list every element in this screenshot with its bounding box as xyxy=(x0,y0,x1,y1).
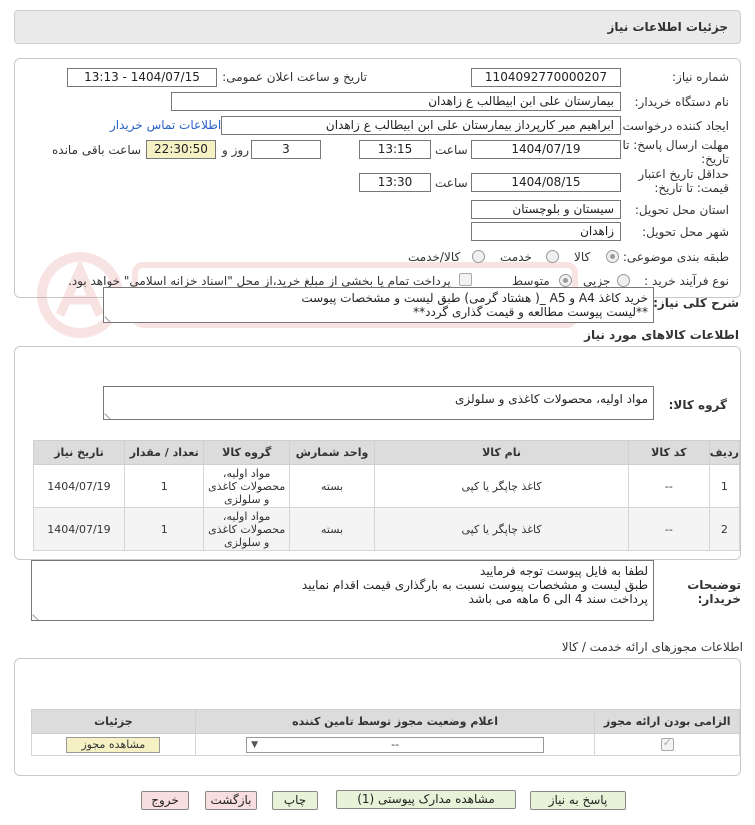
reply-deadline-label-date: تاریخ: xyxy=(701,152,729,166)
buyer-notes-label-2: خریدار: xyxy=(697,592,741,606)
need-number-label: شماره نیاز: xyxy=(672,70,729,84)
announce-label: تاریخ و ساعت اعلان عمومی: xyxy=(222,70,367,84)
treasury-payment-note: پرداخت تمام یا بخشی از مبلغ خرید،از محل … xyxy=(68,274,451,288)
permits-title: اطلاعات مجوزهای ارائه خدمت / کالا xyxy=(561,640,743,654)
category-radio-goods-service[interactable] xyxy=(472,250,485,263)
validity-time-label: ساعت xyxy=(435,176,468,190)
process-radio-minor[interactable] xyxy=(617,274,630,287)
buyer-notes-textarea: لطفا به فایل پیوست توجه فرمایید طبق لیست… xyxy=(31,560,654,621)
category-radio-goods[interactable] xyxy=(606,250,619,263)
permits-table: الزامی بودن ارائه مجوز اعلام وضعیت مجوز … xyxy=(31,709,740,756)
requester-label: ایجاد کننده درخواست: xyxy=(618,119,729,133)
table-row: ✓ -- ▼ مشاهده مجوز xyxy=(31,733,740,756)
table-row: 1 -- کاغذ چاپگر یا کپی بسته مواد اولیه، … xyxy=(33,464,741,508)
col-code: کد کالا xyxy=(627,440,710,465)
description-label: شرح کلی نیاز: xyxy=(653,296,739,310)
view-attachments-button[interactable]: مشاهده مدارک پیوستی (1) xyxy=(336,790,516,809)
buyer-org-field: بیمارستان علی ابن ابیطالب ع زاهدان xyxy=(171,92,621,111)
process-radio-medium[interactable] xyxy=(559,274,572,287)
treasury-payment-checkbox[interactable] xyxy=(459,273,472,286)
category-option-goods-service: کالا/خدمت xyxy=(408,250,461,264)
reply-button[interactable]: پاسخ به نیاز xyxy=(530,791,626,810)
check-icon: ✓ xyxy=(662,736,672,750)
city-field: زاهدان xyxy=(471,222,621,241)
buyer-contact-link[interactable]: اطلاعات تماس خریدار xyxy=(110,118,221,132)
remaining-time-label: ساعت باقی مانده xyxy=(52,143,142,157)
reply-date-field: 1404/07/19 xyxy=(471,140,621,159)
table-row: 2 -- کاغذ چاپگر یا کپی بسته مواد اولیه، … xyxy=(33,507,741,551)
description-line-2: **لیست پیوست مطالعه و قیمت گذاری گردد** xyxy=(413,305,648,319)
process-option-minor: جزیی xyxy=(583,274,611,288)
page-header: جزئیات اطلاعات نیاز xyxy=(14,10,741,44)
permit-status-value: -- xyxy=(391,737,400,751)
col-qty: تعداد / مقدار xyxy=(123,440,205,465)
category-option-goods: کالا xyxy=(574,250,591,264)
days-label: روز و xyxy=(222,143,249,157)
view-permit-button[interactable]: مشاهده مجوز xyxy=(66,736,161,753)
chevron-down-icon: ▼ xyxy=(251,739,258,750)
remaining-days-field: 3 xyxy=(251,140,321,159)
reply-time-label: ساعت xyxy=(435,143,468,157)
category-label: طبقه بندی موضوعی: xyxy=(622,250,729,264)
col-group: گروه کالا xyxy=(203,440,290,465)
reply-time-field: 13:15 xyxy=(359,140,431,159)
province-field: سیستان و بلوچستان xyxy=(471,200,621,219)
validity-date-field: 1404/08/15 xyxy=(471,173,621,192)
goods-group-label: گروه کالا: xyxy=(668,398,727,412)
remaining-time-field: 22:30:50 xyxy=(146,140,216,159)
col-unit: واحد شمارش xyxy=(288,440,376,465)
category-radio-service[interactable] xyxy=(546,250,559,263)
validity-label: حداقل تاریخ اعتبار xyxy=(638,167,729,181)
announce-datetime-field: 1404/07/15 - 13:13 xyxy=(67,68,217,87)
col-permit-status: اعلام وضعیت مجوز توسط تامین کننده xyxy=(194,709,596,734)
col-row: ردیف xyxy=(708,440,741,465)
validity-time-field: 13:30 xyxy=(359,173,431,192)
col-permit-details: جزئیات xyxy=(31,709,196,734)
permit-required-checkbox[interactable]: ✓ xyxy=(660,736,674,752)
page-title: جزئیات اطلاعات نیاز xyxy=(607,20,728,34)
goods-section-title: اطلاعات کالاهای مورد نیاز xyxy=(584,328,739,342)
col-date: تاریخ نیاز xyxy=(33,440,125,465)
reply-deadline-label: مهلت ارسال پاسخ: تا xyxy=(622,138,729,152)
goods-group-value: مواد اولیه، محصولات کاغذی و سلولزی xyxy=(454,392,648,406)
city-label: شهر محل تحویل: xyxy=(642,225,729,239)
validity-label-date: قیمت: تا تاریخ: xyxy=(654,181,729,195)
need-number-field: 1104092770000207 xyxy=(471,68,621,87)
buyer-notes-line-3: پرداخت سند 4 الی 6 ماهه می باشد xyxy=(468,592,648,606)
description-textarea: خرید کاغذ A4 و A5 _( هشتاد گرمی) طبق لیس… xyxy=(103,287,654,323)
buyer-notes-label: توضیحات xyxy=(687,578,741,592)
process-option-medium: متوسط xyxy=(512,274,550,288)
buyer-notes-line-1: لطفا به فایل پیوست توجه فرمایید xyxy=(480,564,648,578)
goods-group-field: مواد اولیه، محصولات کاغذی و سلولزی xyxy=(103,386,654,420)
col-name: نام کالا xyxy=(374,440,629,465)
category-option-service: خدمت xyxy=(500,250,532,264)
exit-button[interactable]: خروج xyxy=(141,791,189,810)
description-line-1: خرید کاغذ A4 و A5 _( هشتاد گرمی) طبق لیس… xyxy=(301,291,648,305)
back-button[interactable]: بازگشت xyxy=(205,791,257,810)
process-label: نوع فرآیند خرید : xyxy=(644,274,729,288)
buyer-org-label: نام دستگاه خریدار: xyxy=(634,95,730,109)
col-permit-required: الزامی بودن ارائه مجوز xyxy=(594,709,740,734)
goods-table: ردیف کد کالا نام کالا واحد شمارش گروه کا… xyxy=(33,440,741,551)
print-button[interactable]: چاپ xyxy=(272,791,318,810)
requester-field: ابراهیم میر کارپرداز بیمارستان علی ابن ا… xyxy=(221,116,621,135)
buyer-notes-line-2: طبق لیست و مشخصات پیوست نسبت به بارگذاری… xyxy=(301,578,648,592)
province-label: استان محل تحویل: xyxy=(634,203,729,217)
permit-status-select[interactable]: -- ▼ xyxy=(246,736,545,753)
